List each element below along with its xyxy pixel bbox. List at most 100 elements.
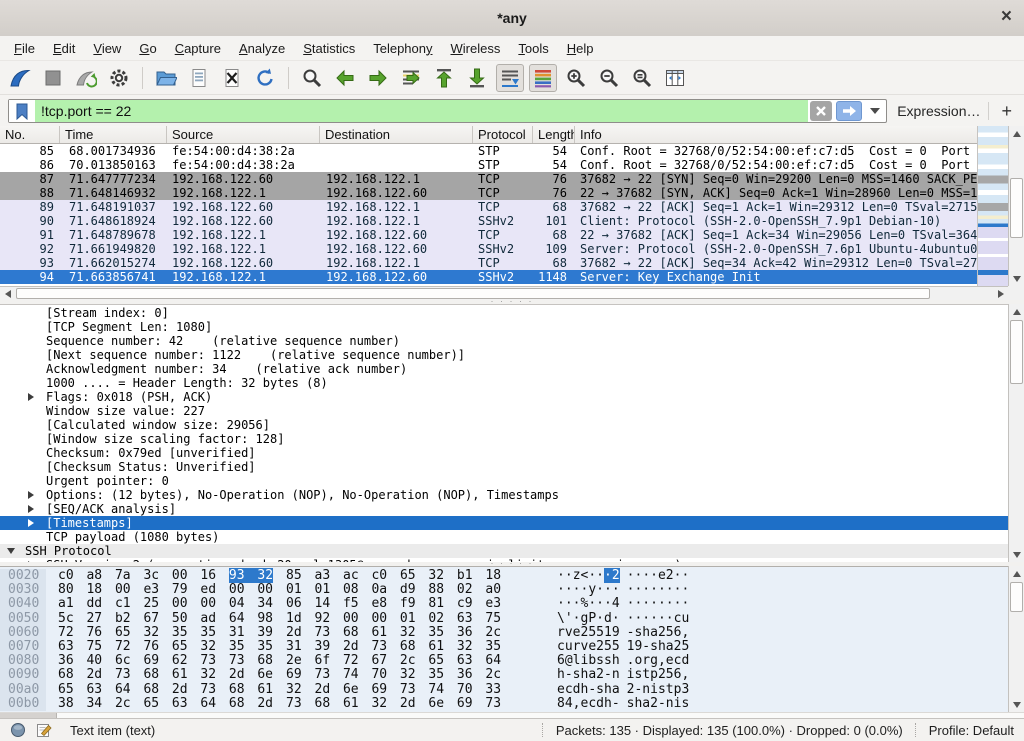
menu-analyze[interactable]: Analyze <box>231 39 293 58</box>
expert-info-icon[interactable] <box>10 722 26 738</box>
zoom-original-button[interactable] <box>628 64 656 92</box>
go-to-packet-button[interactable] <box>397 64 425 92</box>
hex-row-0030[interactable]: 003080 18 00 e3 79 ed 00 0001 01 08 0a d… <box>0 583 1024 597</box>
hex-bytes[interactable]: 38 34 2c 65 63 64 68 2d73 68 61 32 2d 6e… <box>58 696 501 711</box>
packet-row-90[interactable]: 9071.648618924192.168.122.60192.168.122.… <box>0 214 978 228</box>
expander-collapsed-icon[interactable] <box>28 393 34 401</box>
hex-bytes[interactable]: 68 2d 73 68 61 32 2d 6e69 73 74 70 32 35… <box>58 667 501 682</box>
hex-bytes[interactable]: c0 a8 7a 3c 00 16 93 3285 a3 ac c0 65 32… <box>58 568 501 583</box>
file-close-button[interactable] <box>218 64 246 92</box>
column-header-time[interactable]: Time <box>60 126 167 143</box>
hex-vscrollbar[interactable] <box>1008 566 1024 712</box>
scroll-down-icon[interactable] <box>1009 547 1024 562</box>
hex-row-0080[interactable]: 008036 40 6c 69 62 73 73 682e 6f 72 67 2… <box>0 654 1024 668</box>
hex-bytes[interactable]: 72 76 65 32 35 35 31 392d 73 68 61 32 35… <box>58 625 501 640</box>
detail-line[interactable]: Acknowledgment number: 34 (relative ack … <box>0 362 1024 376</box>
go-top-button[interactable] <box>430 64 458 92</box>
hex-row-00a0[interactable]: 00a065 63 64 68 2d 73 68 6132 2d 6e 69 7… <box>0 683 1024 697</box>
capture-stop-button[interactable] <box>39 64 67 92</box>
expander-collapsed-icon[interactable] <box>28 519 34 527</box>
detail-line[interactable]: SSH Protocol <box>0 544 1024 558</box>
capture-options-button[interactable] <box>105 64 133 92</box>
hex-bytes[interactable]: 65 63 64 68 2d 73 68 6132 2d 6e 69 73 74… <box>58 682 501 697</box>
display-filter-input[interactable] <box>35 100 808 122</box>
packet-row-89[interactable]: 8971.648191037192.168.122.60192.168.122.… <box>0 200 978 214</box>
find-packet-button[interactable] <box>298 64 326 92</box>
filter-apply-button[interactable] <box>836 101 862 121</box>
zoom-out-button[interactable] <box>595 64 623 92</box>
detail-line[interactable]: 1000 .... = Header Length: 32 bytes (8) <box>0 376 1024 390</box>
hex-ascii[interactable]: curve25519-sha25 <box>557 639 689 654</box>
detail-line[interactable]: Urgent pointer: 0 <box>0 474 1024 488</box>
column-header-length[interactable]: Length <box>533 126 575 143</box>
packet-row-86[interactable]: 8670.013850163fe:54:00:d4:38:2aSTP54Conf… <box>0 158 978 172</box>
file-open-button[interactable] <box>152 64 180 92</box>
packet-row-92[interactable]: 9271.661949820192.168.122.1192.168.122.6… <box>0 242 978 256</box>
resize-columns-button[interactable] <box>661 64 689 92</box>
scroll-right-icon[interactable] <box>993 287 1008 300</box>
hex-ascii[interactable]: h-sha2-nistp256, <box>557 667 689 682</box>
go-back-button[interactable] <box>331 64 359 92</box>
hex-ascii[interactable]: rve25519-sha256, <box>557 625 689 640</box>
menu-go[interactable]: Go <box>131 39 164 58</box>
menu-help[interactable]: Help <box>559 39 602 58</box>
menu-wireless[interactable]: Wireless <box>443 39 509 58</box>
hex-ascii[interactable]: ··z<···2····e2·· <box>557 568 689 583</box>
scroll-down-icon[interactable] <box>1009 271 1024 286</box>
hex-ascii[interactable]: ····y··········· <box>557 582 689 597</box>
menu-capture[interactable]: Capture <box>167 39 229 58</box>
column-header-info[interactable]: Info <box>575 126 1008 143</box>
scroll-down-icon[interactable] <box>1009 697 1024 712</box>
expander-collapsed-icon[interactable] <box>28 491 34 499</box>
hex-ascii[interactable]: ···%···4········ <box>557 596 689 611</box>
hex-row-0020[interactable]: 0020c0 a8 7a 3c 00 16 93 3285 a3 ac c0 6… <box>0 569 1024 583</box>
scroll-up-icon[interactable] <box>1009 126 1024 141</box>
scroll-up-icon[interactable] <box>1009 566 1024 581</box>
expander-collapsed-icon[interactable] <box>28 505 34 513</box>
hex-row-0090[interactable]: 009068 2d 73 68 61 32 2d 6e69 73 74 70 3… <box>0 668 1024 682</box>
go-forward-button[interactable] <box>364 64 392 92</box>
packet-list-vscrollbar[interactable] <box>1008 126 1024 286</box>
autoscroll-button[interactable] <box>496 64 524 92</box>
hex-bytes[interactable]: 63 75 72 76 65 32 35 3531 39 2d 73 68 61… <box>58 639 501 654</box>
hex-row-00b0[interactable]: 00b038 34 2c 65 63 64 68 2d73 68 61 32 2… <box>0 697 1024 711</box>
scrollbar-thumb[interactable] <box>1010 178 1023 238</box>
details-vscrollbar[interactable] <box>1008 304 1024 562</box>
scrollbar-thumb[interactable] <box>16 288 930 299</box>
hex-ascii[interactable]: 6@libssh.org,ecd <box>557 653 689 668</box>
hex-ascii[interactable]: 84,ecdh-sha2-nis <box>557 696 689 711</box>
scrollbar-thumb[interactable] <box>1010 582 1023 612</box>
detail-line[interactable]: Options: (12 bytes), No-Operation (NOP),… <box>0 488 1024 502</box>
capture-restart-button[interactable] <box>72 64 100 92</box>
zoom-in-button[interactable] <box>562 64 590 92</box>
column-header-no[interactable]: No. <box>0 126 60 143</box>
column-header-destination[interactable]: Destination <box>320 126 473 143</box>
packet-row-88[interactable]: 8871.648146932192.168.122.1192.168.122.6… <box>0 186 978 200</box>
hex-ascii[interactable]: \'·gP·d·······cu <box>557 611 689 626</box>
column-header-protocol[interactable]: Protocol <box>473 126 533 143</box>
menu-edit[interactable]: Edit <box>45 39 83 58</box>
detail-line[interactable]: Sequence number: 42 (relative sequence n… <box>0 334 1024 348</box>
hex-bytes[interactable]: a1 dd c1 25 00 00 04 3406 14 f5 e8 f9 81… <box>58 596 501 611</box>
colorize-button[interactable] <box>529 64 557 92</box>
ascii-selected-chars[interactable]: ·2 <box>604 568 620 583</box>
filter-clear-button[interactable] <box>810 101 832 121</box>
hex-row-0070[interactable]: 007063 75 72 76 65 32 35 3531 39 2d 73 6… <box>0 640 1024 654</box>
profile-status[interactable]: Profile: Default <box>929 723 1014 738</box>
packet-row-94[interactable]: 9471.663856741192.168.122.1192.168.122.6… <box>0 270 978 284</box>
detail-line[interactable]: Checksum: 0x79ed [unverified] <box>0 446 1024 460</box>
menu-view[interactable]: View <box>85 39 129 58</box>
column-header-source[interactable]: Source <box>167 126 320 143</box>
hex-row-0050[interactable]: 00505c 27 b2 67 50 ad 64 981d 92 00 00 0… <box>0 612 1024 626</box>
hex-selected-bytes[interactable]: 93 32 <box>229 568 273 583</box>
detail-line[interactable]: [Next sequence number: 1122 (relative se… <box>0 348 1024 362</box>
detail-line[interactable]: [SEQ/ACK analysis] <box>0 502 1024 516</box>
hex-ascii[interactable]: ecdh-sha2-nistp3 <box>557 682 689 697</box>
detail-line[interactable]: [Window size scaling factor: 128] <box>0 432 1024 446</box>
filter-bookmark-icon[interactable] <box>9 100 35 122</box>
capture-comment-icon[interactable] <box>36 722 52 738</box>
packet-list-minimap[interactable] <box>977 126 1008 286</box>
detail-line[interactable]: Flags: 0x018 (PSH, ACK) <box>0 390 1024 404</box>
expander-expanded-icon[interactable] <box>7 548 15 554</box>
menu-statistics[interactable]: Statistics <box>295 39 363 58</box>
